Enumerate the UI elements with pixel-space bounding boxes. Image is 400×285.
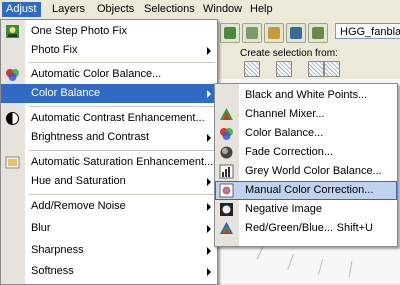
menu-item-blur[interactable]: Blur <box>1 219 217 238</box>
menu-layers[interactable]: Layers <box>48 2 89 17</box>
menu-item-sharpness[interactable]: Sharpness <box>1 241 217 260</box>
menu-item-photo-fix[interactable]: Photo Fix <box>1 41 217 60</box>
submenu-arrow-icon <box>207 203 211 211</box>
color-balance-icon <box>6 69 19 81</box>
menu-item-grey-world-color-balance[interactable]: Grey World Color Balance... <box>215 162 397 181</box>
create-selection-label: Create selection from: <box>240 48 338 59</box>
menu-item-channel-mixer[interactable]: Channel Mixer... <box>215 105 397 124</box>
submenu-arrow-icon <box>207 225 211 233</box>
menu-item-manual-color-correction[interactable]: Manual Color Correction... <box>215 181 397 200</box>
fade-correction-icon <box>220 146 233 159</box>
color-balance-submenu: Black and White Points... Channel Mixer.… <box>214 83 398 247</box>
grey-world-icon <box>219 164 234 179</box>
contrast-icon <box>6 112 19 125</box>
menu-item-add-remove-noise[interactable]: Add/Remove Noise <box>1 197 217 216</box>
submenu-arrow-icon <box>207 247 211 255</box>
channel-mixer-icon <box>220 108 233 120</box>
menu-adjust[interactable]: Adjust <box>2 2 41 17</box>
menu-objects[interactable]: Objects <box>93 2 138 17</box>
rgb-icon <box>220 222 233 234</box>
negative-image-icon <box>220 203 233 216</box>
toolbar-button-5[interactable] <box>308 23 328 43</box>
submenu-arrow-icon <box>207 268 211 276</box>
selection-source-button-4[interactable] <box>324 61 340 77</box>
menu-item-color-balance-dialog[interactable]: Color Balance... <box>215 124 397 143</box>
menu-window[interactable]: Window <box>199 2 246 17</box>
menu-item-one-step-photo-fix[interactable]: One Step Photo Fix <box>1 22 217 41</box>
submenu-arrow-icon <box>207 178 211 186</box>
submenu-arrow-icon <box>207 90 211 98</box>
submenu-arrow-icon <box>207 47 211 55</box>
menu-item-automatic-saturation-enhancement[interactable]: Automatic Saturation Enhancement... <box>1 153 217 172</box>
toolbar-button-4[interactable] <box>286 23 306 43</box>
toolbar-button-3[interactable] <box>264 23 284 43</box>
menu-help[interactable]: Help <box>246 2 277 17</box>
selection-source-button-1[interactable] <box>244 61 260 77</box>
menu-selections[interactable]: Selections <box>140 2 199 17</box>
toolbar-button-1[interactable] <box>220 23 240 43</box>
menu-item-hue-and-saturation[interactable]: Hue and Saturation <box>1 172 217 191</box>
selection-source-button-3[interactable] <box>308 61 324 77</box>
menu-item-automatic-color-balance[interactable]: Automatic Color Balance... <box>1 65 217 84</box>
one-step-fix-icon <box>6 25 19 38</box>
shortcut-label: Shift+U <box>336 222 373 234</box>
color-balance-icon <box>220 128 233 140</box>
menu-item-fade-correction[interactable]: Fade Correction... <box>215 143 397 162</box>
selection-source-button-2[interactable] <box>276 61 292 77</box>
saturation-icon <box>5 156 20 169</box>
menu-item-automatic-contrast-enhancement[interactable]: Automatic Contrast Enhancement... <box>1 109 217 128</box>
adjust-menu: One Step Photo Fix Photo Fix Automatic C… <box>0 19 218 285</box>
menu-item-softness[interactable]: Softness <box>1 262 217 281</box>
filename-field[interactable]: HGG_fanblade <box>335 23 400 39</box>
menu-item-black-and-white-points[interactable]: Black and White Points... <box>215 86 397 105</box>
menu-bar: Adjust Layers Objects Selections Window … <box>0 0 400 20</box>
manual-color-icon <box>219 183 234 198</box>
submenu-arrow-icon <box>207 134 211 142</box>
menu-item-negative-image[interactable]: Negative Image <box>215 200 397 219</box>
menu-item-color-balance[interactable]: Color Balance <box>1 84 217 103</box>
toolbar-button-2[interactable] <box>242 23 262 43</box>
menu-item-brightness-and-contrast[interactable]: Brightness and Contrast <box>1 128 217 147</box>
menu-item-red-green-blue[interactable]: Red/Green/Blue... Shift+U <box>215 219 397 238</box>
